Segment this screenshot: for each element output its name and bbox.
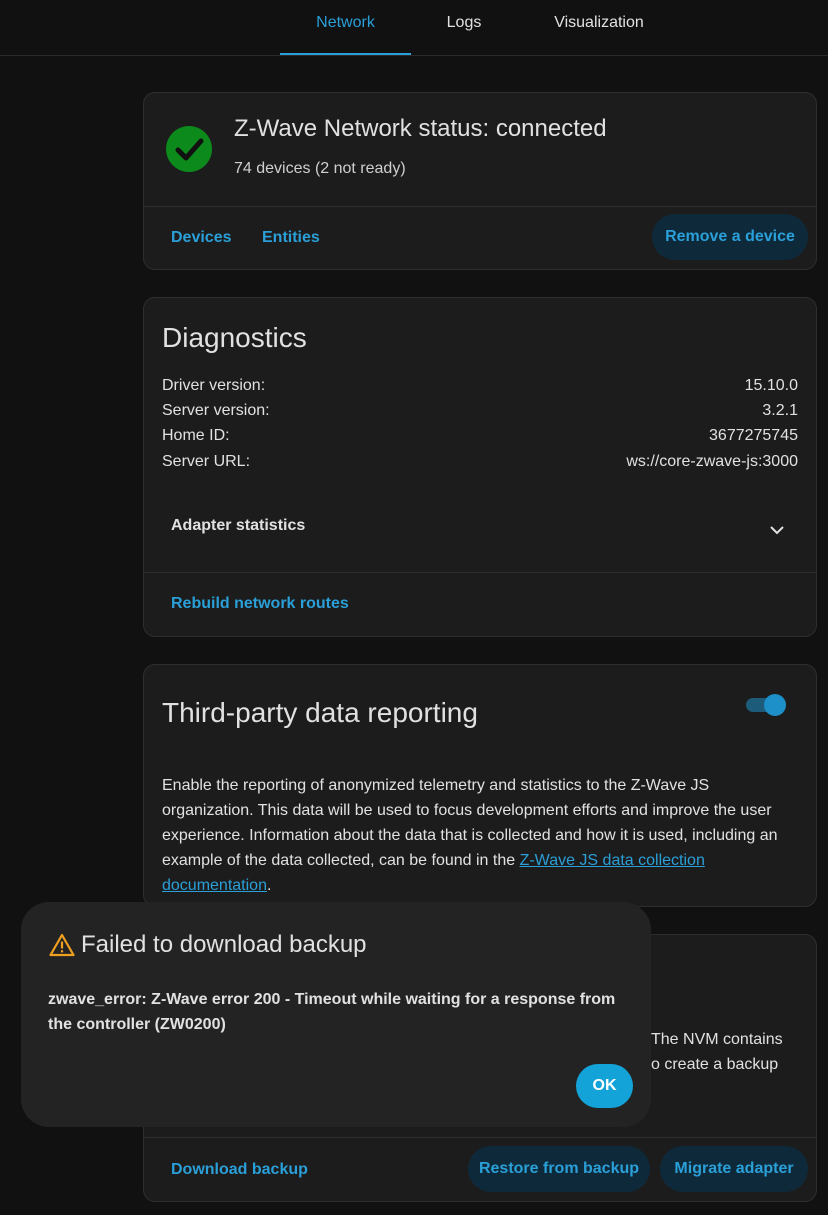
description-end: . bbox=[266, 877, 272, 894]
server-version-row: Server version: 3.2.1 bbox=[162, 402, 798, 424]
row-key: Server version: bbox=[162, 402, 270, 419]
chevron-down-icon[interactable] bbox=[770, 522, 784, 535]
dialog-title: Failed to download backup bbox=[81, 931, 367, 958]
ok-button[interactable]: OK bbox=[576, 1064, 633, 1108]
restore-backup-button[interactable]: Restore from backup bbox=[468, 1146, 650, 1192]
row-value: 3.2.1 bbox=[762, 402, 798, 419]
diagnostics-card: Diagnostics Driver version: 15.10.0 Serv… bbox=[143, 297, 817, 637]
driver-version-row: Driver version: 15.10.0 bbox=[162, 377, 798, 399]
rebuild-routes-button[interactable]: Rebuild network routes bbox=[171, 595, 349, 613]
remove-device-button[interactable]: Remove a device bbox=[652, 214, 808, 260]
row-value: 3677275745 bbox=[709, 427, 798, 444]
warning-icon bbox=[49, 933, 75, 957]
error-dialog: Failed to download backup zwave_error: Z… bbox=[21, 902, 651, 1127]
adapter-statistics-expander[interactable]: Adapter statistics bbox=[171, 517, 305, 535]
migrate-adapter-button[interactable]: Migrate adapter bbox=[660, 1146, 808, 1192]
third-party-title: Third-party data reporting bbox=[162, 697, 478, 728]
tab-network[interactable]: Network bbox=[280, 0, 411, 55]
row-value: ws://core-zwave-js:3000 bbox=[626, 453, 798, 470]
network-status-title: Z-Wave Network status: connected bbox=[234, 115, 607, 142]
backup-description-fragment: o create a backup bbox=[651, 1056, 779, 1073]
active-tab-indicator bbox=[280, 53, 411, 55]
dialog-message: zwave_error: Z-Wave error 200 - Timeout … bbox=[48, 991, 616, 1033]
third-party-reporting-card: Third-party data reporting Enable the re… bbox=[143, 664, 817, 907]
tab-logs[interactable]: Logs bbox=[420, 0, 508, 55]
row-key: Home ID: bbox=[162, 427, 230, 444]
server-url-row: Server URL: ws://core-zwave-js:3000 bbox=[162, 453, 798, 475]
page: Network Logs Visualization Z-Wave Networ… bbox=[0, 0, 828, 1215]
divider bbox=[144, 1137, 816, 1138]
check-circle-icon bbox=[166, 126, 212, 172]
backup-description-fragment: The NVM contains bbox=[651, 1031, 783, 1048]
divider bbox=[144, 206, 816, 207]
tab-visualization[interactable]: Visualization bbox=[535, 0, 663, 55]
devices-button[interactable]: Devices bbox=[171, 229, 232, 247]
row-value: 15.10.0 bbox=[744, 377, 798, 394]
home-id-row: Home ID: 3677275745 bbox=[162, 427, 798, 449]
third-party-description: Enable the reporting of anonymized telem… bbox=[162, 773, 802, 898]
divider bbox=[144, 572, 816, 573]
row-key: Server URL: bbox=[162, 453, 251, 470]
download-backup-button[interactable]: Download backup bbox=[171, 1161, 308, 1179]
reporting-toggle-thumb[interactable] bbox=[764, 694, 786, 716]
network-status-card: Z-Wave Network status: connected 74 devi… bbox=[143, 92, 817, 270]
entities-button[interactable]: Entities bbox=[262, 229, 320, 247]
diagnostics-title: Diagnostics bbox=[162, 322, 307, 353]
tab-bar: Network Logs Visualization bbox=[0, 0, 828, 56]
device-count: 74 devices (2 not ready) bbox=[234, 160, 406, 177]
row-key: Driver version: bbox=[162, 377, 266, 394]
